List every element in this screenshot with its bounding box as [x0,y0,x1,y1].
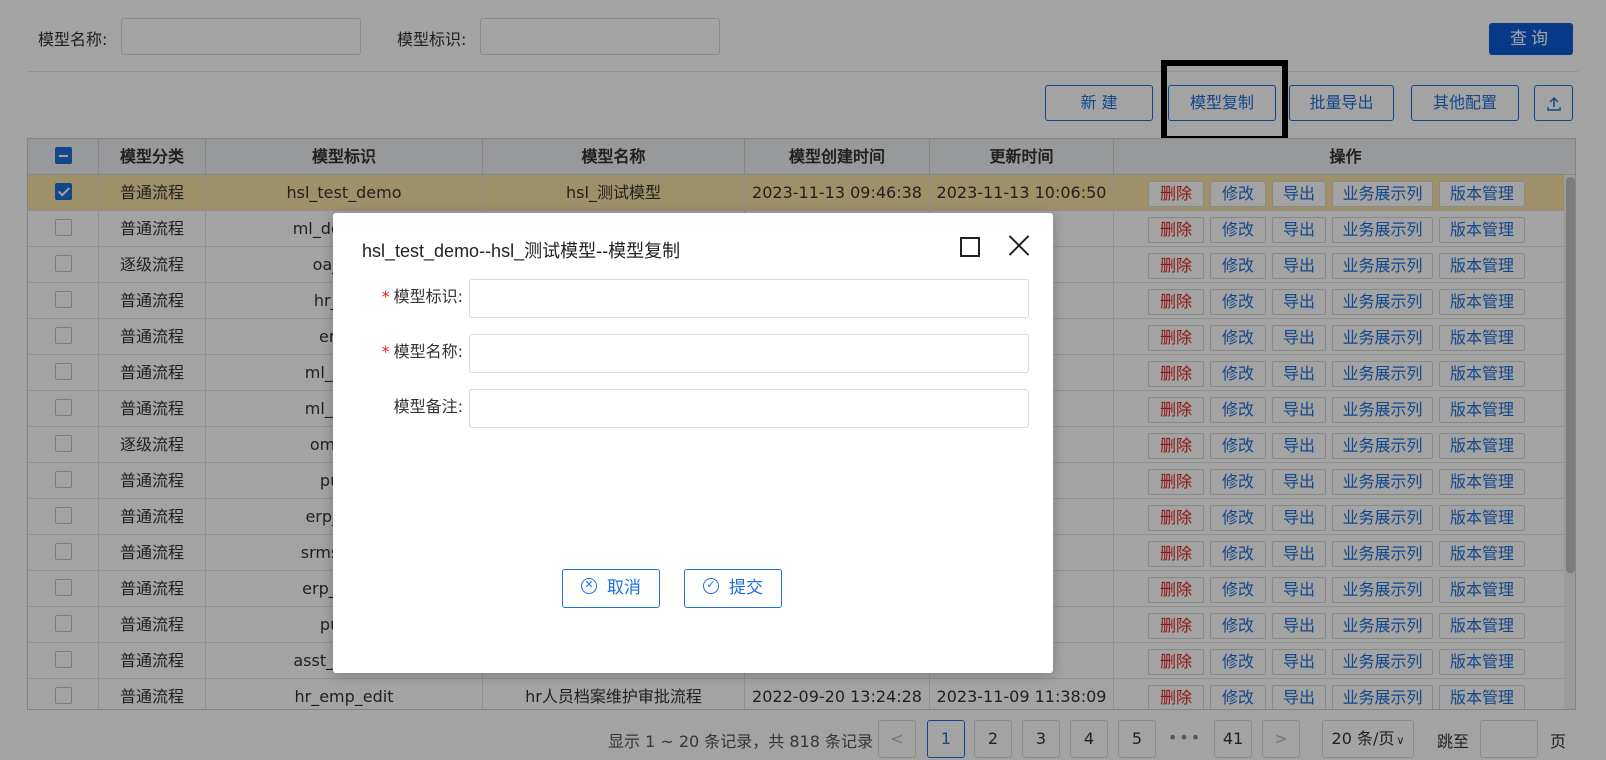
submit-button-label: 提交 [729,578,763,598]
copy-model-dialog: hsl_test_demo--hsl_测试模型--模型复制 * 模型标识: * 模型… [333,213,1053,673]
required-mark: * [381,287,390,306]
cancel-button-label: 取消 [607,578,641,598]
model-name-field[interactable] [469,334,1029,373]
dialog-title: hsl_test_demo--hsl_测试模型--模型复制 [362,241,681,261]
check-circle-icon: ✓ [703,578,719,594]
submit-button[interactable]: ✓ 提交 [684,569,782,608]
model-id-field-label-text: 模型标识: [393,287,463,306]
required-mark: * [381,342,390,361]
model-id-field[interactable] [469,279,1029,318]
close-circle-icon: ✕ [581,578,597,594]
maximize-icon[interactable] [960,237,980,257]
model-remark-field-label: 模型备注: [393,397,463,416]
model-name-field-label-text: 模型名称: [393,342,463,361]
model-remark-field[interactable] [469,389,1029,428]
model-id-field-label: * 模型标识: [353,283,463,307]
close-icon[interactable] [1006,232,1032,258]
cancel-button[interactable]: ✕ 取消 [562,569,660,608]
model-name-field-label: * 模型名称: [353,338,463,362]
